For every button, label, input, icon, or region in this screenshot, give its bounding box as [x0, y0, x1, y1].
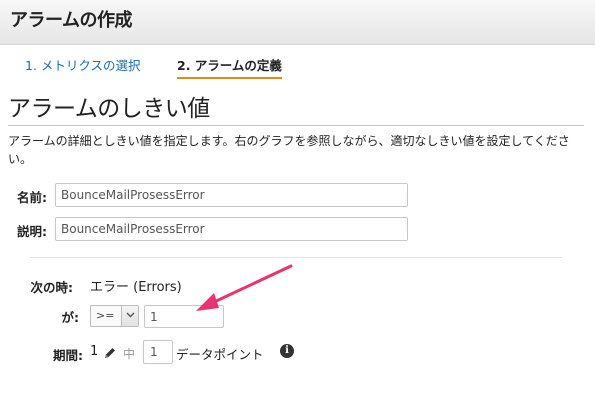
form-divider	[30, 257, 562, 258]
when-label: 次の時:	[30, 280, 74, 295]
period-value: 1	[90, 344, 99, 359]
chevron-down-icon[interactable]	[121, 306, 138, 326]
description-label: 説明:	[17, 224, 47, 239]
step-define-alarm[interactable]: 2. アラームの定義	[177, 55, 282, 79]
section-description: アラームの詳細としきい値を指定します。右のグラフを参照しながら、適切なしきい値を…	[8, 134, 570, 166]
dialog-header: アラームの作成	[0, 0, 595, 45]
period-label: 期間:	[53, 348, 83, 363]
datapoints-label: データポイント	[176, 347, 264, 362]
alarm-description-input[interactable]	[55, 217, 408, 241]
dialog-title: アラームの作成	[10, 10, 132, 31]
section-title: アラームのしきい値	[8, 96, 210, 122]
name-label: 名前:	[17, 190, 47, 205]
period-of-text: 中	[123, 347, 136, 361]
metric-name: エラー (Errors)	[90, 280, 182, 295]
comparison-operator-select[interactable]: >=	[90, 305, 139, 327]
operator-value: >=	[96, 309, 115, 322]
info-icon[interactable]: i	[280, 344, 294, 358]
step-select-metrics[interactable]: 1. メトリクスの選択	[25, 55, 141, 74]
title-divider	[8, 125, 584, 126]
datapoints-input[interactable]	[143, 340, 173, 364]
pencil-icon[interactable]	[103, 345, 117, 359]
alarm-name-input[interactable]	[55, 183, 408, 207]
operator-label: が:	[61, 310, 80, 325]
threshold-input[interactable]	[144, 305, 224, 328]
